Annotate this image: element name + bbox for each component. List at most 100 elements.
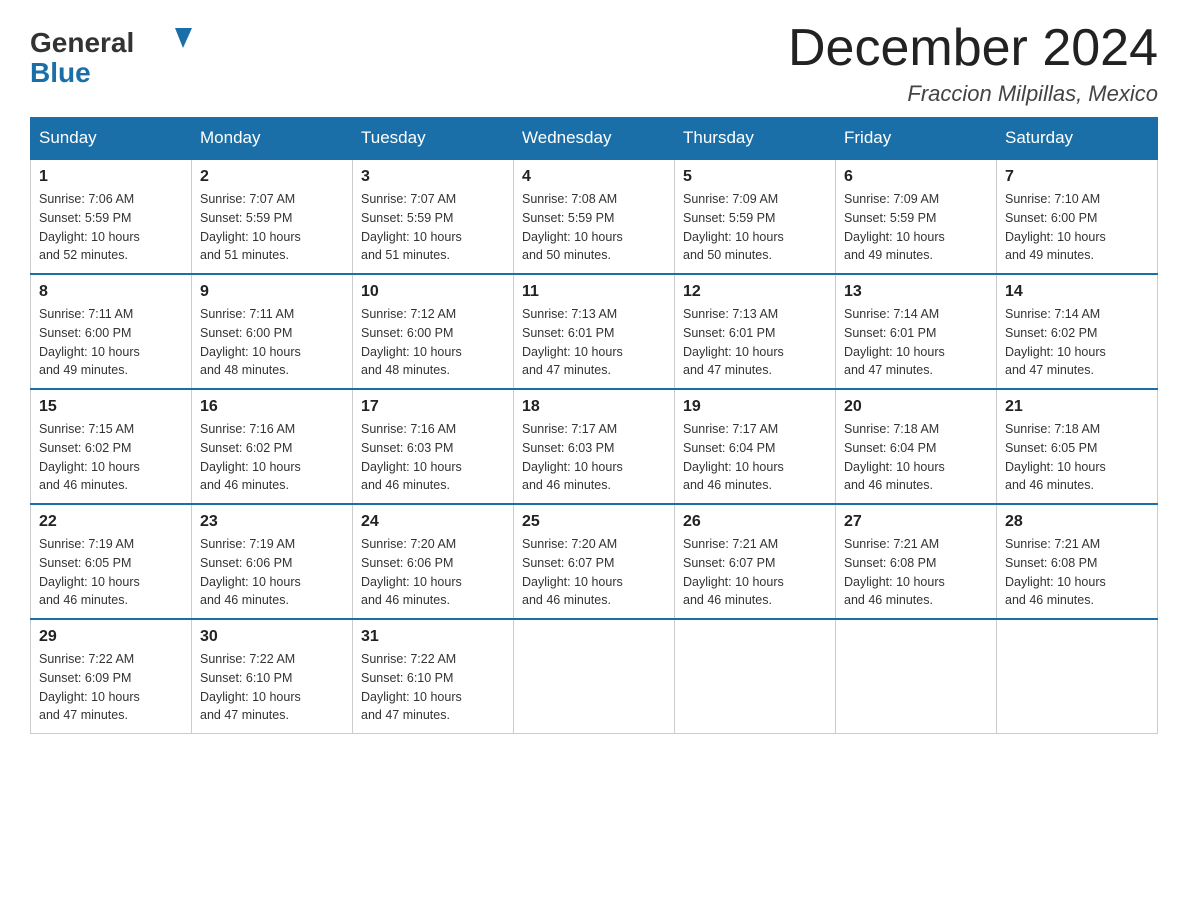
day-number: 29 [39,628,183,646]
day-info: Sunrise: 7:21 AM Sunset: 6:08 PM Dayligh… [1005,535,1149,610]
day-info: Sunrise: 7:13 AM Sunset: 6:01 PM Dayligh… [683,305,827,380]
calendar-day-cell: 23 Sunrise: 7:19 AM Sunset: 6:06 PM Dayl… [192,504,353,619]
calendar-day-cell [514,619,675,734]
logo: General Blue [30,20,210,90]
calendar-day-cell: 20 Sunrise: 7:18 AM Sunset: 6:04 PM Dayl… [836,389,997,504]
day-info: Sunrise: 7:09 AM Sunset: 5:59 PM Dayligh… [683,190,827,265]
calendar-day-cell: 22 Sunrise: 7:19 AM Sunset: 6:05 PM Dayl… [31,504,192,619]
calendar-day-cell: 26 Sunrise: 7:21 AM Sunset: 6:07 PM Dayl… [675,504,836,619]
calendar-table: SundayMondayTuesdayWednesdayThursdayFrid… [30,117,1158,734]
calendar-day-cell: 17 Sunrise: 7:16 AM Sunset: 6:03 PM Dayl… [353,389,514,504]
location-title: Fraccion Milpillas, Mexico [788,81,1158,107]
day-info: Sunrise: 7:18 AM Sunset: 6:04 PM Dayligh… [844,420,988,495]
day-number: 23 [200,513,344,531]
day-number: 2 [200,168,344,186]
day-number: 19 [683,398,827,416]
title-area: December 2024 Fraccion Milpillas, Mexico [788,20,1158,107]
calendar-day-cell: 12 Sunrise: 7:13 AM Sunset: 6:01 PM Dayl… [675,274,836,389]
day-number: 18 [522,398,666,416]
calendar-week-row: 22 Sunrise: 7:19 AM Sunset: 6:05 PM Dayl… [31,504,1158,619]
day-number: 24 [361,513,505,531]
day-number: 4 [522,168,666,186]
day-info: Sunrise: 7:16 AM Sunset: 6:03 PM Dayligh… [361,420,505,495]
day-number: 6 [844,168,988,186]
calendar-day-cell: 31 Sunrise: 7:22 AM Sunset: 6:10 PM Dayl… [353,619,514,734]
day-info: Sunrise: 7:19 AM Sunset: 6:06 PM Dayligh… [200,535,344,610]
day-number: 13 [844,283,988,301]
svg-text:Blue: Blue [30,57,91,88]
day-number: 5 [683,168,827,186]
day-info: Sunrise: 7:22 AM Sunset: 6:10 PM Dayligh… [361,650,505,725]
calendar-day-cell [675,619,836,734]
day-info: Sunrise: 7:06 AM Sunset: 5:59 PM Dayligh… [39,190,183,265]
day-number: 3 [361,168,505,186]
calendar-day-cell: 30 Sunrise: 7:22 AM Sunset: 6:10 PM Dayl… [192,619,353,734]
day-info: Sunrise: 7:10 AM Sunset: 6:00 PM Dayligh… [1005,190,1149,265]
day-info: Sunrise: 7:07 AM Sunset: 5:59 PM Dayligh… [361,190,505,265]
day-info: Sunrise: 7:08 AM Sunset: 5:59 PM Dayligh… [522,190,666,265]
calendar-day-cell: 27 Sunrise: 7:21 AM Sunset: 6:08 PM Dayl… [836,504,997,619]
day-number: 22 [39,513,183,531]
calendar-day-cell: 19 Sunrise: 7:17 AM Sunset: 6:04 PM Dayl… [675,389,836,504]
day-number: 1 [39,168,183,186]
day-number: 14 [1005,283,1149,301]
day-info: Sunrise: 7:07 AM Sunset: 5:59 PM Dayligh… [200,190,344,265]
day-info: Sunrise: 7:11 AM Sunset: 6:00 PM Dayligh… [200,305,344,380]
calendar-day-cell: 7 Sunrise: 7:10 AM Sunset: 6:00 PM Dayli… [997,159,1158,274]
calendar-day-cell: 13 Sunrise: 7:14 AM Sunset: 6:01 PM Dayl… [836,274,997,389]
day-info: Sunrise: 7:09 AM Sunset: 5:59 PM Dayligh… [844,190,988,265]
calendar-day-cell: 16 Sunrise: 7:16 AM Sunset: 6:02 PM Dayl… [192,389,353,504]
day-info: Sunrise: 7:11 AM Sunset: 6:00 PM Dayligh… [39,305,183,380]
day-number: 31 [361,628,505,646]
day-info: Sunrise: 7:17 AM Sunset: 6:03 PM Dayligh… [522,420,666,495]
day-number: 9 [200,283,344,301]
day-number: 11 [522,283,666,301]
weekday-header-friday: Friday [836,118,997,160]
calendar-week-row: 29 Sunrise: 7:22 AM Sunset: 6:09 PM Dayl… [31,619,1158,734]
weekday-header-monday: Monday [192,118,353,160]
day-number: 10 [361,283,505,301]
day-info: Sunrise: 7:14 AM Sunset: 6:02 PM Dayligh… [1005,305,1149,380]
day-info: Sunrise: 7:18 AM Sunset: 6:05 PM Dayligh… [1005,420,1149,495]
day-info: Sunrise: 7:20 AM Sunset: 6:06 PM Dayligh… [361,535,505,610]
day-number: 12 [683,283,827,301]
day-info: Sunrise: 7:21 AM Sunset: 6:07 PM Dayligh… [683,535,827,610]
weekday-header-saturday: Saturday [997,118,1158,160]
logo-svg: General Blue [30,20,210,90]
calendar-day-cell: 24 Sunrise: 7:20 AM Sunset: 6:06 PM Dayl… [353,504,514,619]
weekday-header-wednesday: Wednesday [514,118,675,160]
day-number: 30 [200,628,344,646]
calendar-day-cell: 4 Sunrise: 7:08 AM Sunset: 5:59 PM Dayli… [514,159,675,274]
calendar-day-cell: 8 Sunrise: 7:11 AM Sunset: 6:00 PM Dayli… [31,274,192,389]
day-info: Sunrise: 7:21 AM Sunset: 6:08 PM Dayligh… [844,535,988,610]
calendar-day-cell [836,619,997,734]
calendar-week-row: 1 Sunrise: 7:06 AM Sunset: 5:59 PM Dayli… [31,159,1158,274]
day-info: Sunrise: 7:19 AM Sunset: 6:05 PM Dayligh… [39,535,183,610]
day-info: Sunrise: 7:14 AM Sunset: 6:01 PM Dayligh… [844,305,988,380]
day-number: 20 [844,398,988,416]
day-number: 7 [1005,168,1149,186]
calendar-day-cell: 29 Sunrise: 7:22 AM Sunset: 6:09 PM Dayl… [31,619,192,734]
calendar-day-cell: 6 Sunrise: 7:09 AM Sunset: 5:59 PM Dayli… [836,159,997,274]
calendar-day-cell: 1 Sunrise: 7:06 AM Sunset: 5:59 PM Dayli… [31,159,192,274]
day-info: Sunrise: 7:17 AM Sunset: 6:04 PM Dayligh… [683,420,827,495]
day-number: 26 [683,513,827,531]
calendar-week-row: 8 Sunrise: 7:11 AM Sunset: 6:00 PM Dayli… [31,274,1158,389]
calendar-day-cell: 25 Sunrise: 7:20 AM Sunset: 6:07 PM Dayl… [514,504,675,619]
calendar-week-row: 15 Sunrise: 7:15 AM Sunset: 6:02 PM Dayl… [31,389,1158,504]
day-info: Sunrise: 7:12 AM Sunset: 6:00 PM Dayligh… [361,305,505,380]
day-info: Sunrise: 7:13 AM Sunset: 6:01 PM Dayligh… [522,305,666,380]
svg-text:General: General [30,27,134,58]
day-info: Sunrise: 7:15 AM Sunset: 6:02 PM Dayligh… [39,420,183,495]
calendar-day-cell: 3 Sunrise: 7:07 AM Sunset: 5:59 PM Dayli… [353,159,514,274]
month-title: December 2024 [788,20,1158,77]
weekday-header-row: SundayMondayTuesdayWednesdayThursdayFrid… [31,118,1158,160]
day-number: 21 [1005,398,1149,416]
weekday-header-thursday: Thursday [675,118,836,160]
calendar-day-cell: 10 Sunrise: 7:12 AM Sunset: 6:00 PM Dayl… [353,274,514,389]
day-info: Sunrise: 7:22 AM Sunset: 6:09 PM Dayligh… [39,650,183,725]
weekday-header-tuesday: Tuesday [353,118,514,160]
calendar-day-cell [997,619,1158,734]
day-number: 28 [1005,513,1149,531]
day-number: 15 [39,398,183,416]
